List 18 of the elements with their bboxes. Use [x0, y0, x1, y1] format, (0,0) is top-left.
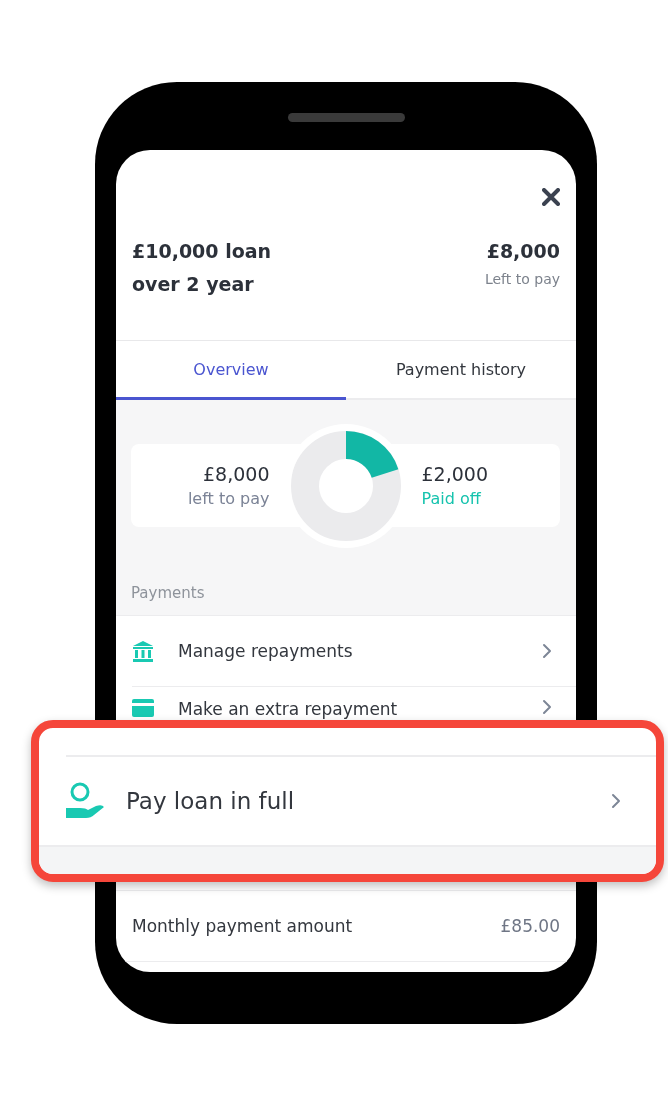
left-amount: £8,000	[202, 461, 270, 487]
balance-amount: £8,000	[485, 239, 560, 264]
left-label: left to pay	[186, 487, 270, 510]
close-icon	[542, 188, 560, 206]
chevron-icon	[542, 643, 552, 659]
chevron-icon	[542, 699, 552, 715]
chevron-icon	[611, 793, 621, 809]
list-item[interactable]: Pay loan in full	[66, 755, 656, 845]
balance-label: Left to pay	[484, 270, 560, 289]
paid-label: Paid off	[421, 487, 482, 510]
hand-coin-icon	[66, 782, 106, 820]
close-button[interactable]	[542, 188, 560, 206]
loan-title: £10,000 loan over 2 year	[132, 239, 272, 297]
paid-amount: £2,000	[421, 461, 489, 487]
bank-icon	[132, 640, 154, 662]
section-heading: Payments	[131, 583, 206, 603]
detail-label: Monthly payment amount	[132, 916, 353, 936]
detail-value: £85.00	[500, 916, 560, 936]
